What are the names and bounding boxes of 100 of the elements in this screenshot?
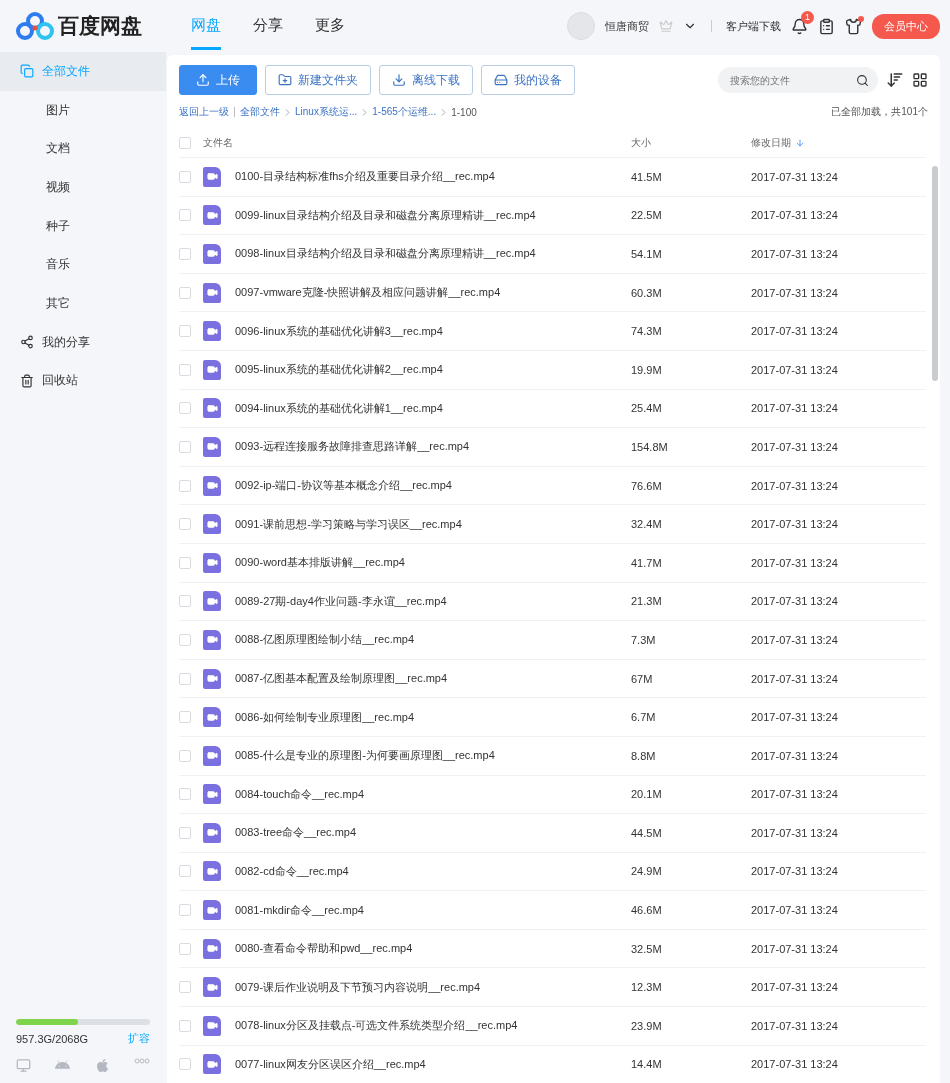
sidebar-item[interactable]: 我的分享 (0, 322, 166, 362)
grid-view-icon[interactable] (912, 72, 928, 88)
sidebar-item[interactable]: 回收站 (0, 361, 166, 401)
sidebar-item[interactable]: 种子 (0, 206, 166, 246)
row-checkbox[interactable] (179, 981, 191, 994)
file-name[interactable]: 0087-亿图基本配置及绘制原理图__rec.mp4 (235, 671, 631, 686)
sidebar-item[interactable]: 文档 (0, 129, 166, 169)
apple-icon[interactable] (94, 1058, 110, 1073)
file-name[interactable]: 0089-27期-day4作业问题-李永谊__rec.mp4 (235, 593, 631, 609)
upload-icon (196, 73, 210, 87)
logo-text: 百度网盘 (58, 13, 142, 39)
file-name[interactable]: 0077-linux网友分区误区介绍__rec.mp4 (235, 1056, 631, 1072)
video-file-icon (203, 205, 221, 226)
file-size: 46.6M (631, 904, 663, 917)
column-header[interactable]: 大小 (631, 135, 751, 150)
row-checkbox[interactable] (179, 518, 191, 531)
toolbar-button[interactable]: 离线下载 (379, 65, 473, 95)
file-name[interactable]: 0090-word基本排版讲解__rec.mp4 (235, 555, 631, 571)
file-name[interactable]: 0096-linux系统的基础优化讲解3__rec.mp4 (235, 323, 631, 339)
file-size: 7.3M (631, 633, 657, 646)
sidebar-item[interactable]: 图片 (0, 90, 166, 130)
row-checkbox[interactable] (179, 170, 191, 183)
row-checkbox[interactable] (179, 711, 191, 724)
row-checkbox[interactable] (179, 286, 191, 299)
row-checkbox[interactable] (179, 595, 191, 608)
monitor-icon[interactable] (16, 1058, 31, 1073)
row-checkbox[interactable] (179, 788, 191, 801)
file-date: 2017-07-31 13:24 (751, 865, 839, 878)
file-name[interactable]: 0098-linux目录结构介绍及目录和磁盘分离原理精讲__rec.mp4 (235, 246, 631, 262)
row-checkbox[interactable] (179, 749, 191, 762)
file-name[interactable]: 0092-ip-端口-协议等基本概念介绍__rec.mp4 (235, 478, 631, 494)
breadcrumb-link[interactable]: Linux系统运... (295, 105, 358, 119)
row-checkbox[interactable] (179, 633, 191, 646)
user-name: 恒唐商贸 (605, 18, 649, 34)
file-date: 2017-07-31 13:24 (751, 440, 839, 453)
file-name[interactable]: 0091-课前思想-学习策略与学习误区__rec.mp4 (235, 516, 631, 532)
toolbar-button[interactable]: 新建文件夹 (265, 65, 371, 95)
avatar[interactable] (567, 12, 595, 40)
file-name[interactable]: 0099-linux目录结构介绍及目录和磁盘分离原理精讲__rec.mp4 (235, 207, 631, 223)
file-name[interactable]: 0095-linux系统的基础优化讲解2__rec.mp4 (235, 362, 631, 378)
file-name[interactable]: 0082-cd命令__rec.mp4 (235, 864, 631, 879)
row-checkbox[interactable] (179, 248, 191, 260)
row-checkbox[interactable] (179, 1058, 191, 1071)
nav-tab[interactable]: 分享 (253, 2, 283, 50)
file-name[interactable]: 0100-目录结构标准fhs介绍及重要目录介绍__rec.mp4 (235, 169, 631, 185)
back-link[interactable]: 返回上一级 (179, 105, 229, 119)
file-name[interactable]: 0083-tree命令__rec.mp4 (235, 825, 631, 841)
file-name[interactable]: 0093-远程连接服务故障排查思路详解__rec.mp4 (235, 439, 631, 455)
row-checkbox[interactable] (179, 209, 191, 222)
search-icon[interactable] (856, 74, 869, 87)
row-checkbox[interactable] (179, 556, 191, 569)
row-checkbox[interactable] (179, 942, 191, 955)
column-header[interactable]: 修改日期 (751, 135, 926, 150)
file-name[interactable]: 0086-如何绘制专业原理图__rec.mp4 (235, 709, 631, 725)
row-checkbox[interactable] (179, 479, 191, 492)
file-name[interactable]: 0084-touch命令__rec.mp4 (235, 786, 631, 802)
more-icon[interactable] (134, 1058, 150, 1064)
clipboard-icon[interactable] (818, 17, 835, 35)
client-download-link[interactable]: 客户端下载 (726, 18, 781, 34)
video-file-icon (203, 282, 221, 303)
nav-tab[interactable]: 更多 (315, 2, 345, 50)
sidebar-item[interactable]: 其它 (0, 284, 166, 323)
file-date: 2017-07-31 13:24 (751, 595, 839, 608)
file-name[interactable]: 0097-vmware克隆-快照讲解及相应问题讲解__rec.mp4 (235, 285, 631, 301)
storage-text: 957.3G/2068G (16, 1032, 89, 1045)
file-size: 32.4M (631, 518, 663, 531)
breadcrumb-link[interactable]: 1-100 (451, 106, 477, 118)
row-checkbox[interactable] (179, 402, 191, 415)
search-field[interactable]: 搜索您的文件 (718, 67, 878, 93)
row-checkbox[interactable] (179, 865, 191, 878)
row-checkbox[interactable] (179, 826, 191, 839)
row-checkbox[interactable] (179, 904, 191, 917)
breadcrumb-link[interactable]: 1-565个运维... (372, 105, 437, 119)
sidebar-item[interactable]: 音乐 (0, 245, 166, 285)
toolbar-button[interactable]: 我的设备 (481, 65, 575, 95)
row-checkbox[interactable] (179, 363, 191, 376)
file-name[interactable]: 0094-linux系统的基础优化讲解1__rec.mp4 (235, 400, 631, 416)
file-name[interactable]: 0079-课后作业说明及下节预习内容说明__rec.mp4 (235, 979, 631, 995)
file-name[interactable]: 0088-亿图原理图绘制小结__rec.mp4 (235, 632, 631, 648)
file-name[interactable]: 0081-mkdir命令__rec.mp4 (235, 902, 631, 918)
breadcrumb-link[interactable]: 全部文件 (240, 105, 280, 119)
file-date: 2017-07-31 13:24 (751, 1019, 839, 1032)
file-name[interactable]: 0085-什么是专业的原理图-为何要画原理图__rec.mp4 (235, 748, 631, 764)
video-file-icon (203, 475, 221, 496)
file-name[interactable]: 0080-查看命令帮助和pwd__rec.mp4 (235, 941, 631, 957)
select-all-checkbox[interactable] (179, 136, 191, 149)
row-checkbox[interactable] (179, 325, 191, 338)
shirt-icon[interactable] (845, 17, 862, 35)
row-checkbox[interactable] (179, 1019, 191, 1032)
row-checkbox[interactable] (179, 672, 191, 685)
row-checkbox[interactable] (179, 440, 191, 453)
column-header[interactable]: 文件名 (203, 135, 631, 150)
sort-icon[interactable] (886, 71, 904, 89)
file-size: 32.5M (631, 942, 663, 955)
file-size: 14.4M (631, 1058, 663, 1071)
chevron-right-icon (285, 108, 290, 116)
file-date: 2017-07-31 13:24 (751, 248, 839, 260)
drive-icon (494, 73, 508, 87)
file-name[interactable]: 0078-linux分区及挂载点-可选文件系统类型介绍__rec.mp4 (235, 1018, 631, 1034)
sidebar-item[interactable]: 视频 (0, 168, 166, 207)
